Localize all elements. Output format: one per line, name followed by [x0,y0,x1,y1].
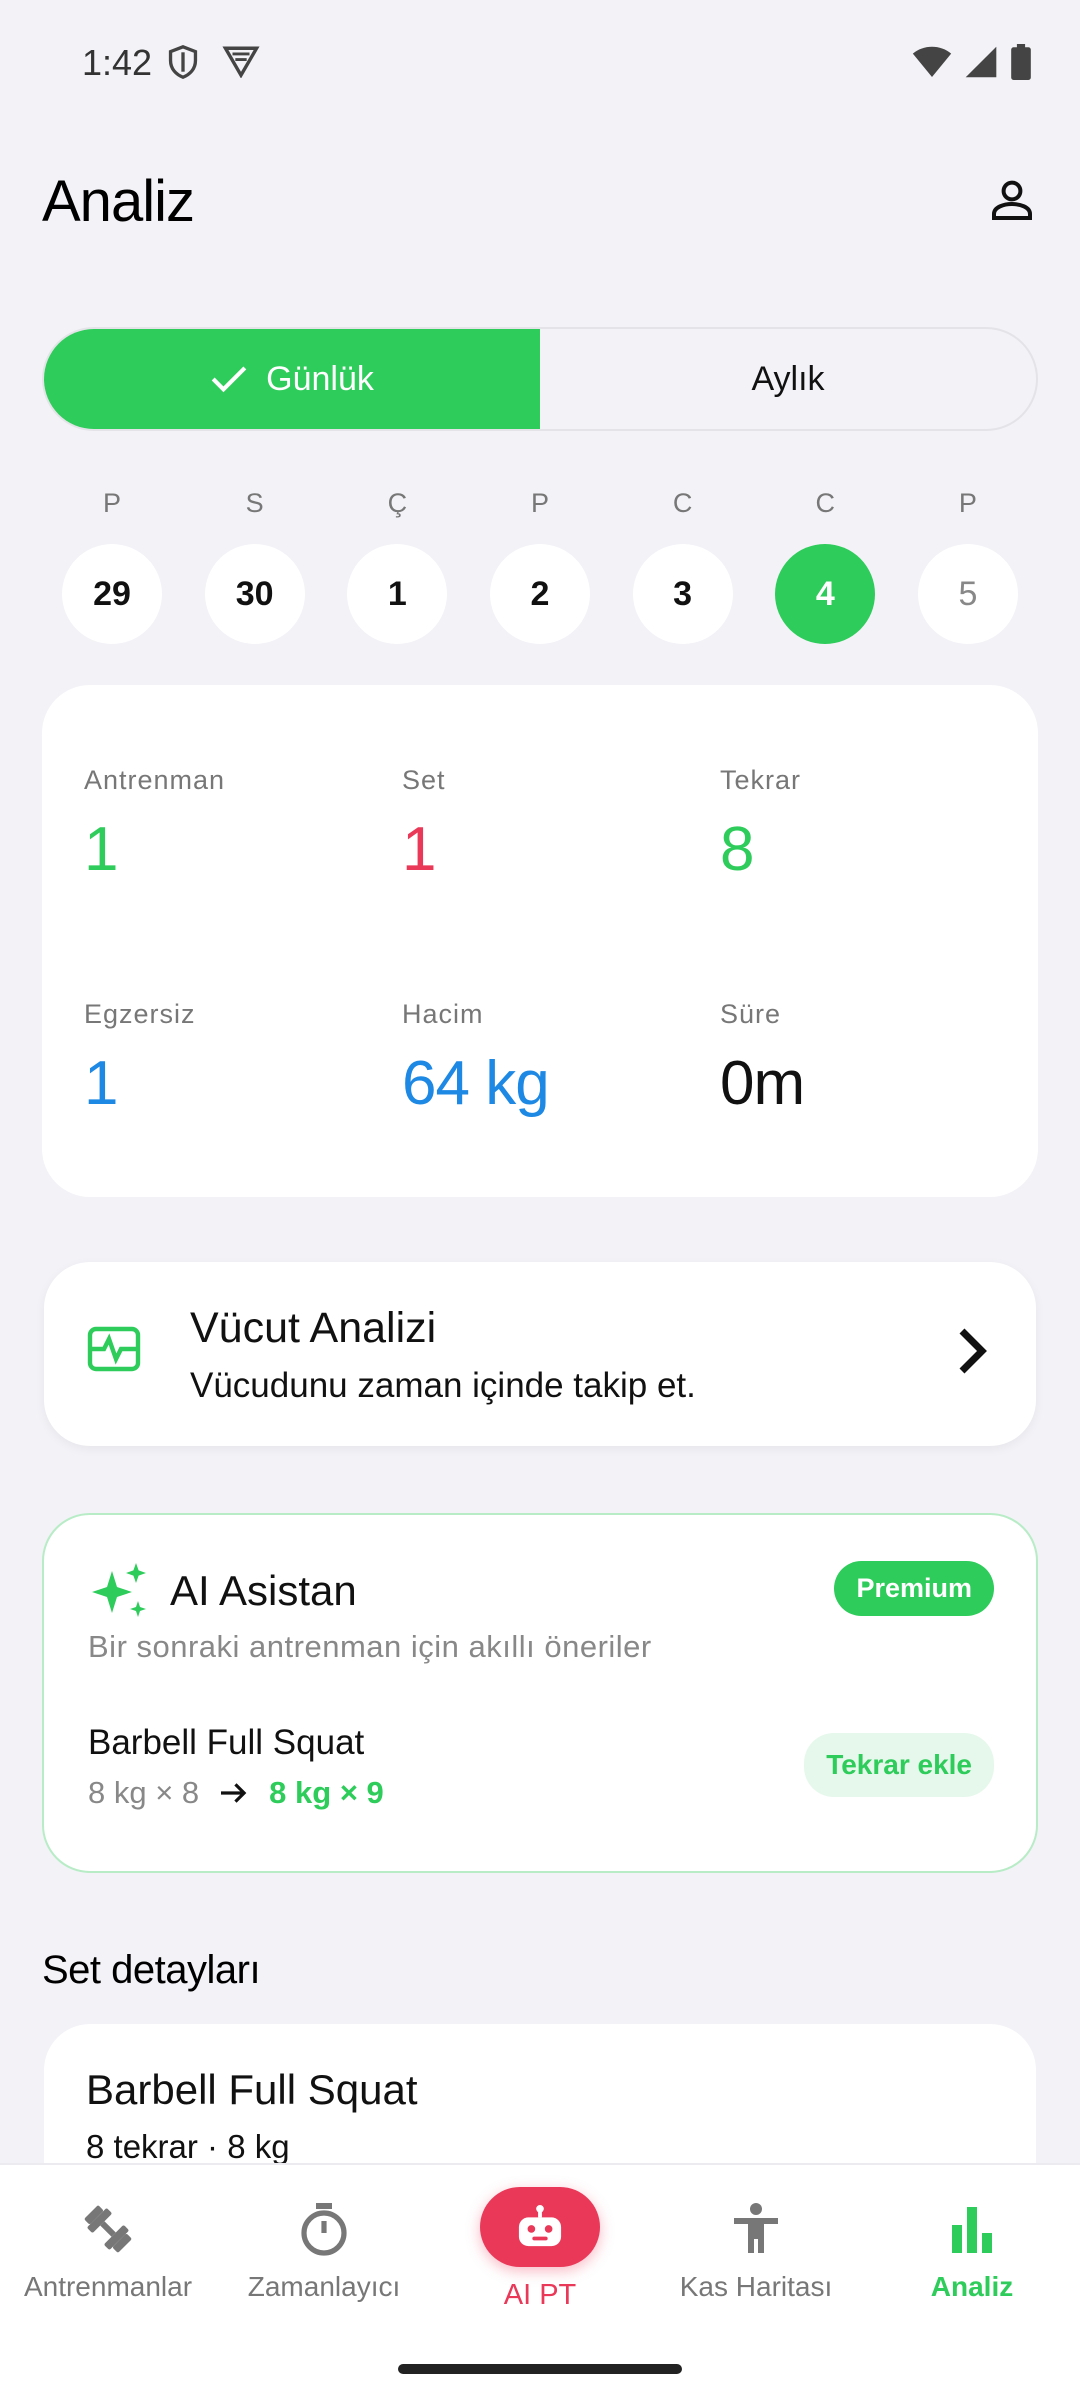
stat-volume: Hacim 64 kg [402,999,702,1119]
dumbbell-icon [84,2205,132,2253]
nav-label: AI PT [503,2279,577,2311]
profile-button[interactable] [982,170,1042,230]
premium-badge: Premium [834,1561,994,1616]
status-time: 1:42 [82,42,153,83]
nav-label: Antrenmanlar [23,2271,193,2302]
nav-timer[interactable]: Zamanlayıcı [216,2201,432,2303]
nav-label: Kas Haritası [679,2271,833,2302]
suggestion-new: 8 kg × 9 [269,1775,384,1810]
stat-label: Süre [720,999,782,1029]
home-indicator [398,2364,682,2374]
day-number[interactable]: 2 [489,544,590,644]
stat-label: Set [402,765,446,795]
day-item[interactable]: S 30 [204,488,305,644]
nav-analysis[interactable]: Analiz [864,2201,1080,2303]
stat-reps: Tekrar 8 [720,765,1020,885]
day-number-selected[interactable]: 4 [775,544,876,644]
body-analysis-subtitle: Vücudunu zaman içinde takip et. [190,1366,696,1405]
stat-workout: Antrenman 1 [84,765,384,885]
ai-assistant-title: AI Asistan [170,1567,357,1614]
page-title: Analiz [42,169,195,234]
day-number[interactable]: 3 [632,544,733,644]
day-number-future[interactable]: 5 [917,544,1018,644]
body-analysis-title: Vücut Analizi [190,1304,437,1352]
day-selector: P 29 S 30 Ç 1 P 2 C 3 C 4 P 5 [62,488,1018,644]
sparkle-icon [92,1563,146,1617]
day-item[interactable]: P 29 [62,488,162,644]
day-letter: S [245,488,264,518]
stat-duration: Süre 0m [720,999,1020,1119]
stats-card: Antrenman 1 Set 1 Tekrar 8 Egzersiz 1 Ha… [42,685,1038,1197]
body-analysis-card[interactable]: Vücut Analizi Vücudunu zaman içinde taki… [44,1262,1036,1446]
status-icons-right [912,44,1032,80]
day-letter: Ç [387,488,408,518]
day-item[interactable]: Ç 1 [347,488,448,644]
day-item[interactable]: P 2 [489,488,590,644]
status-icons-left [166,44,260,80]
set-details-title: Set detayları [42,1948,261,1992]
stat-value: 64 kg [402,1049,550,1118]
day-number[interactable]: 29 [62,544,162,644]
person-icon [992,180,1032,220]
nav-ai-pt[interactable]: AI PT [432,2187,648,2312]
day-number[interactable]: 30 [204,544,305,644]
activity-monitor-icon [87,1326,141,1372]
arrow-right-icon [221,1783,247,1803]
stat-label: Antrenman [84,765,226,795]
day-letter: C [815,488,836,518]
stat-value: 0m [720,1049,805,1118]
nav-label: Zamanlayıcı [247,2271,401,2302]
segment-monthly-label: Aylık [751,359,825,398]
day-letter: P [958,488,977,518]
stat-value: 1 [84,1049,118,1118]
suggestion-current: 8 kg × 8 [88,1775,200,1810]
stat-set: Set 1 [402,765,702,885]
stat-label: Hacim [402,999,484,1029]
status-bar: 1:42 [0,0,1080,120]
nav-label: Analiz [930,2271,1014,2302]
day-letter: P [102,488,121,518]
timer-icon [301,2203,347,2256]
robot-icon [518,2204,562,2247]
day-letter: C [672,488,693,518]
suggestion-recommendation: 8 kg × 8 8 kg × 9 [88,1775,384,1811]
signal-icon [965,46,997,78]
stat-value: 1 [402,815,436,884]
nav-workouts[interactable]: Antrenmanlar [0,2201,216,2303]
ai-pt-button[interactable] [480,2187,600,2267]
segment-daily-label: Günlük [266,359,374,398]
wifi-icon [912,46,952,77]
stat-exercise: Egzersiz 1 [84,999,384,1119]
day-item[interactable]: C 3 [632,488,733,644]
ai-assistant-subtitle: Bir sonraki antrenman için akıllı öneril… [88,1629,652,1664]
segment-daily[interactable]: Günlük [44,329,540,429]
stat-value: 1 [84,815,118,884]
set-detail-summary: 8 tekrar · 8 kg [86,2128,290,2165]
period-segment: Günlük Aylık [42,327,1038,431]
segment-monthly[interactable]: Aylık [540,329,1036,429]
chevron-right-icon [959,1328,987,1374]
stat-label: Tekrar [720,765,802,795]
day-number[interactable]: 1 [347,544,448,644]
add-rep-button[interactable]: Tekrar ekle [804,1733,994,1797]
day-letter: P [530,488,549,518]
accessibility-person-icon [734,2203,778,2253]
ai-assistant-card: AI Asistan Premium Bir sonraki antrenman… [42,1513,1038,1873]
set-detail-exercise: Barbell Full Squat [86,2066,418,2113]
nav-muscle-map[interactable]: Kas Haritası [648,2201,864,2303]
day-item-selected[interactable]: C 4 [775,488,876,644]
suggestion-exercise-name: Barbell Full Squat [88,1723,365,1762]
stat-value: 8 [720,815,754,884]
shield-icon [168,44,198,80]
day-item[interactable]: P 5 [917,488,1018,644]
stat-label: Egzersiz [84,999,196,1029]
vpn-icon [222,46,260,78]
battery-icon [1011,44,1031,80]
check-icon [211,366,247,393]
bar-chart-icon [952,2207,992,2253]
